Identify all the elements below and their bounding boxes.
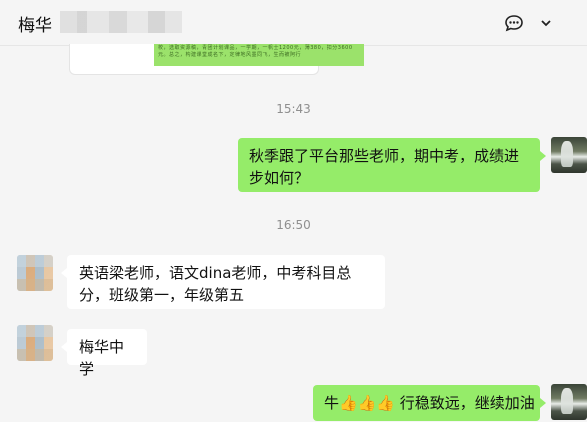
redacted-title-mosaic — [60, 11, 182, 33]
chat-bubble-dots-icon[interactable] — [503, 13, 525, 33]
message-bubble[interactable]: 英语梁老师，语文dina老师，中考科目总分，班级第一，年级第五 — [61, 255, 385, 309]
message-area[interactable]: 校，选取资源稿，青团计划课品，一学期，一帆士1200元，薄380，扣分3600元… — [0, 44, 587, 422]
chat-header: 梅华 — [0, 0, 587, 46]
avatar[interactable] — [17, 255, 53, 291]
message-bubble[interactable]: 梅华中学 — [61, 329, 147, 378]
timestamp: 16:50 — [276, 218, 311, 232]
message-bubble[interactable]: 牛👍👍👍 行稳致远，继续加油 — [313, 385, 546, 421]
chevron-down-icon[interactable] — [535, 13, 557, 33]
avatar[interactable] — [551, 384, 587, 420]
shared-image-card[interactable]: 校，选取资源稿，青团计划课品，一学期，一帆士1200元，薄380，扣分3600元… — [69, 44, 364, 75]
header-actions — [503, 13, 557, 33]
shared-image-snippet: 校，选取资源稿，青团计划课品，一学期，一帆士1200元，薄380，扣分3600元… — [154, 44, 364, 66]
avatar[interactable] — [551, 137, 587, 173]
avatar[interactable] — [17, 325, 53, 361]
chat-title: 梅华 — [18, 16, 52, 36]
message-bubble[interactable]: 秋季跟了平台那些老师，期中考，成绩进步如何？ — [238, 138, 546, 192]
timestamp: 15:43 — [276, 102, 311, 116]
